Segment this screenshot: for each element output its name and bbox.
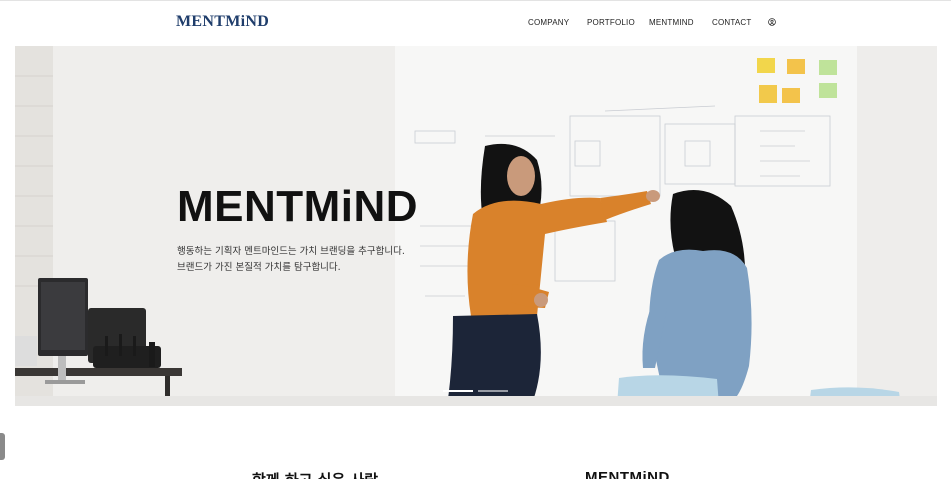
hero-title: MENTMiND: [177, 182, 419, 231]
section-heading-people: 함께 하고 싶은 사람: [252, 469, 378, 479]
slider-dot-2[interactable]: [478, 390, 508, 392]
nav-mentmind[interactable]: MENTMIND: [649, 18, 694, 27]
section-heading-mentmind: MENTMiND: [585, 469, 670, 479]
slider-pagination: [443, 390, 513, 393]
hero-description-line-1: 행동하는 기획자 멘트마인드는 가치 브랜딩을 추구합니다.: [177, 246, 405, 257]
hero-description-line-2: 브랜드가 가진 본질적 가치를 탐구합니다.: [177, 262, 341, 273]
nav-contact[interactable]: CONTACT: [712, 18, 751, 27]
side-drawer-handle[interactable]: [0, 433, 5, 460]
main-nav: COMPANY PORTFOLIO MENTMIND CONTACT: [0, 18, 951, 30]
user-circle-icon[interactable]: [768, 18, 776, 26]
hero-banner: MENTMiND 행동하는 기획자 멘트마인드는 가치 브랜딩을 추구합니다. …: [15, 46, 937, 406]
nav-portfolio[interactable]: PORTFOLIO: [587, 18, 635, 27]
hero-photo: [15, 46, 937, 406]
slider-dot-1[interactable]: [443, 390, 473, 392]
top-navigation-bar: MENTMiND COMPANY PORTFOLIO MENTMIND CONT…: [0, 0, 951, 46]
nav-company[interactable]: COMPANY: [528, 18, 569, 27]
